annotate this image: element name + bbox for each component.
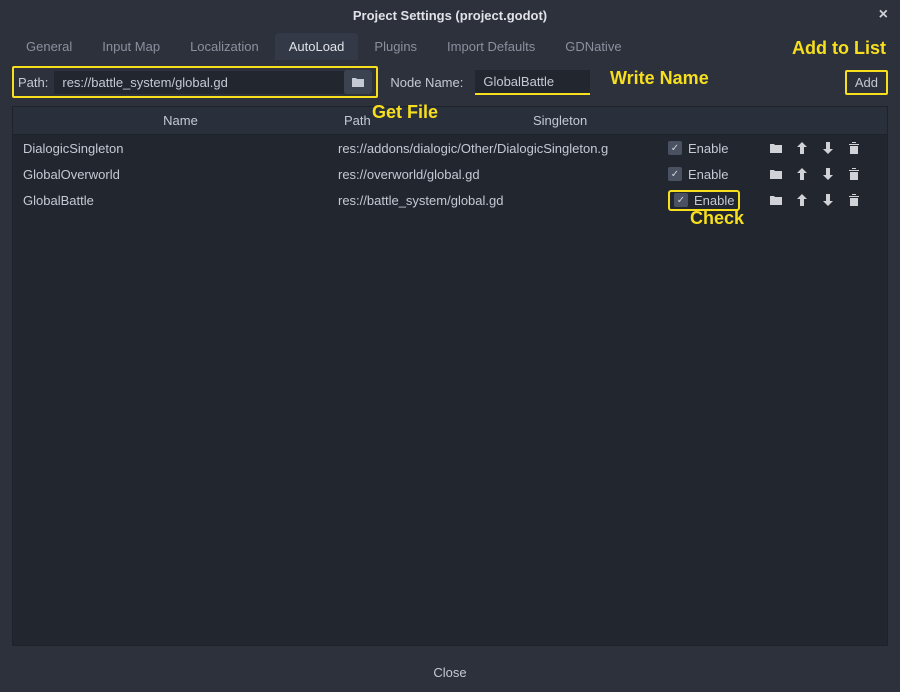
path-label: Path: xyxy=(18,75,48,90)
column-name: Name xyxy=(13,113,338,128)
path-input[interactable] xyxy=(54,71,344,94)
tab-input-map[interactable]: Input Map xyxy=(88,33,174,60)
open-folder-icon[interactable] xyxy=(768,166,784,182)
tab-import-defaults[interactable]: Import Defaults xyxy=(433,33,549,60)
enable-checkbox[interactable]: ✓ xyxy=(674,193,688,207)
autoload-name: DialogicSingleton xyxy=(23,141,338,156)
node-name-label: Node Name: xyxy=(390,75,463,90)
row-actions xyxy=(768,192,862,208)
close-button[interactable]: Close xyxy=(433,665,466,680)
singleton-cell: ✓ Enable xyxy=(668,141,768,156)
autoload-table: Name Path Singleton DialogicSingletonres… xyxy=(12,106,888,646)
close-icon[interactable]: × xyxy=(879,6,888,24)
tab-general[interactable]: General xyxy=(12,33,86,60)
path-field-group: Path: xyxy=(12,66,378,98)
browse-file-button[interactable] xyxy=(344,70,372,94)
autoload-path: res://overworld/global.gd xyxy=(338,167,668,182)
enable-label: Enable xyxy=(694,193,734,208)
row-actions xyxy=(768,166,862,182)
enable-checkbox[interactable]: ✓ xyxy=(668,167,682,181)
row-actions xyxy=(768,140,862,156)
autoload-name: GlobalOverworld xyxy=(23,167,338,182)
move-up-icon[interactable] xyxy=(794,166,810,182)
autoload-name: GlobalBattle xyxy=(23,193,338,208)
move-up-icon[interactable] xyxy=(794,140,810,156)
table-row: DialogicSingletonres://addons/dialogic/O… xyxy=(13,135,887,161)
move-down-icon[interactable] xyxy=(820,192,836,208)
enable-label: Enable xyxy=(688,141,728,156)
delete-icon[interactable] xyxy=(846,166,862,182)
autoload-path: res://battle_system/global.gd xyxy=(338,193,668,208)
window-title: Project Settings (project.godot) xyxy=(353,8,547,23)
move-up-icon[interactable] xyxy=(794,192,810,208)
column-singleton: Singleton xyxy=(513,113,633,128)
tab-localization[interactable]: Localization xyxy=(176,33,273,60)
delete-icon[interactable] xyxy=(846,140,862,156)
tab-autoload[interactable]: AutoLoad xyxy=(275,33,359,60)
tab-plugins[interactable]: Plugins xyxy=(360,33,431,60)
singleton-cell: ✓ Enable xyxy=(668,167,768,182)
table-row: GlobalBattleres://battle_system/global.g… xyxy=(13,187,887,213)
folder-icon xyxy=(351,76,365,88)
open-folder-icon[interactable] xyxy=(768,192,784,208)
delete-icon[interactable] xyxy=(846,192,862,208)
enable-label: Enable xyxy=(688,167,728,182)
singleton-cell: ✓ Enable xyxy=(668,190,768,211)
enable-checkbox[interactable]: ✓ xyxy=(668,141,682,155)
open-folder-icon[interactable] xyxy=(768,140,784,156)
table-row: GlobalOverworldres://overworld/global.gd… xyxy=(13,161,887,187)
tabs-bar: GeneralInput MapLocalizationAutoLoadPlug… xyxy=(0,30,900,60)
table-header: Name Path Singleton xyxy=(13,107,887,135)
autoload-path: res://addons/dialogic/Other/DialogicSing… xyxy=(338,141,668,156)
add-button[interactable]: Add xyxy=(845,70,888,95)
move-down-icon[interactable] xyxy=(820,166,836,182)
move-down-icon[interactable] xyxy=(820,140,836,156)
node-name-input[interactable] xyxy=(475,70,590,95)
column-path: Path xyxy=(338,113,513,128)
tab-gdnative[interactable]: GDNative xyxy=(551,33,635,60)
